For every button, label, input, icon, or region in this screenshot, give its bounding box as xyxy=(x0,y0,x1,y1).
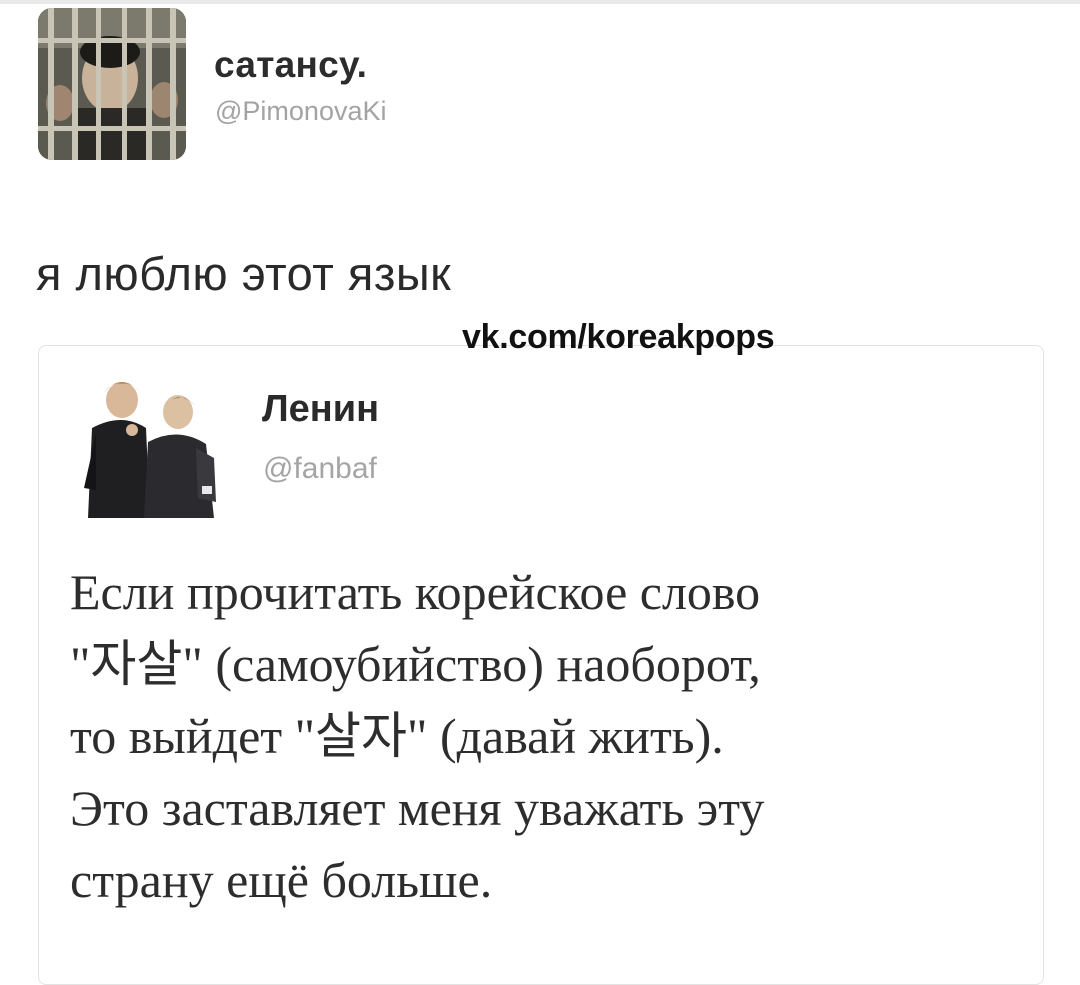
outer-username[interactable]: @PimonovaKi xyxy=(215,96,386,127)
quoted-text-line: "자살" (самоубийство) наоборот, xyxy=(70,636,761,692)
quoted-text-line: Если прочитать корейское слово xyxy=(70,564,761,620)
quoted-username[interactable]: @fanbaf xyxy=(263,452,377,486)
outer-avatar[interactable] xyxy=(38,8,186,160)
top-divider xyxy=(0,0,1080,4)
quoted-text-line: страну ещё больше. xyxy=(70,852,493,908)
quoted-tweet-text: Если прочитать корейское слово "자살" (сам… xyxy=(70,556,1030,916)
quoted-text-line: Это заставляет меня уважать эту xyxy=(70,780,765,836)
quoted-text-line: то выйдет "살자" (давай жить). xyxy=(70,708,724,764)
quoted-avatar[interactable] xyxy=(74,368,232,518)
outer-tweet-text: я люблю этот язык xyxy=(36,247,452,300)
outer-display-name[interactable]: сатансу. xyxy=(214,44,367,86)
quoted-display-name[interactable]: Ленин xyxy=(262,388,379,431)
watermark: vk.com/koreakpops xyxy=(462,318,775,356)
